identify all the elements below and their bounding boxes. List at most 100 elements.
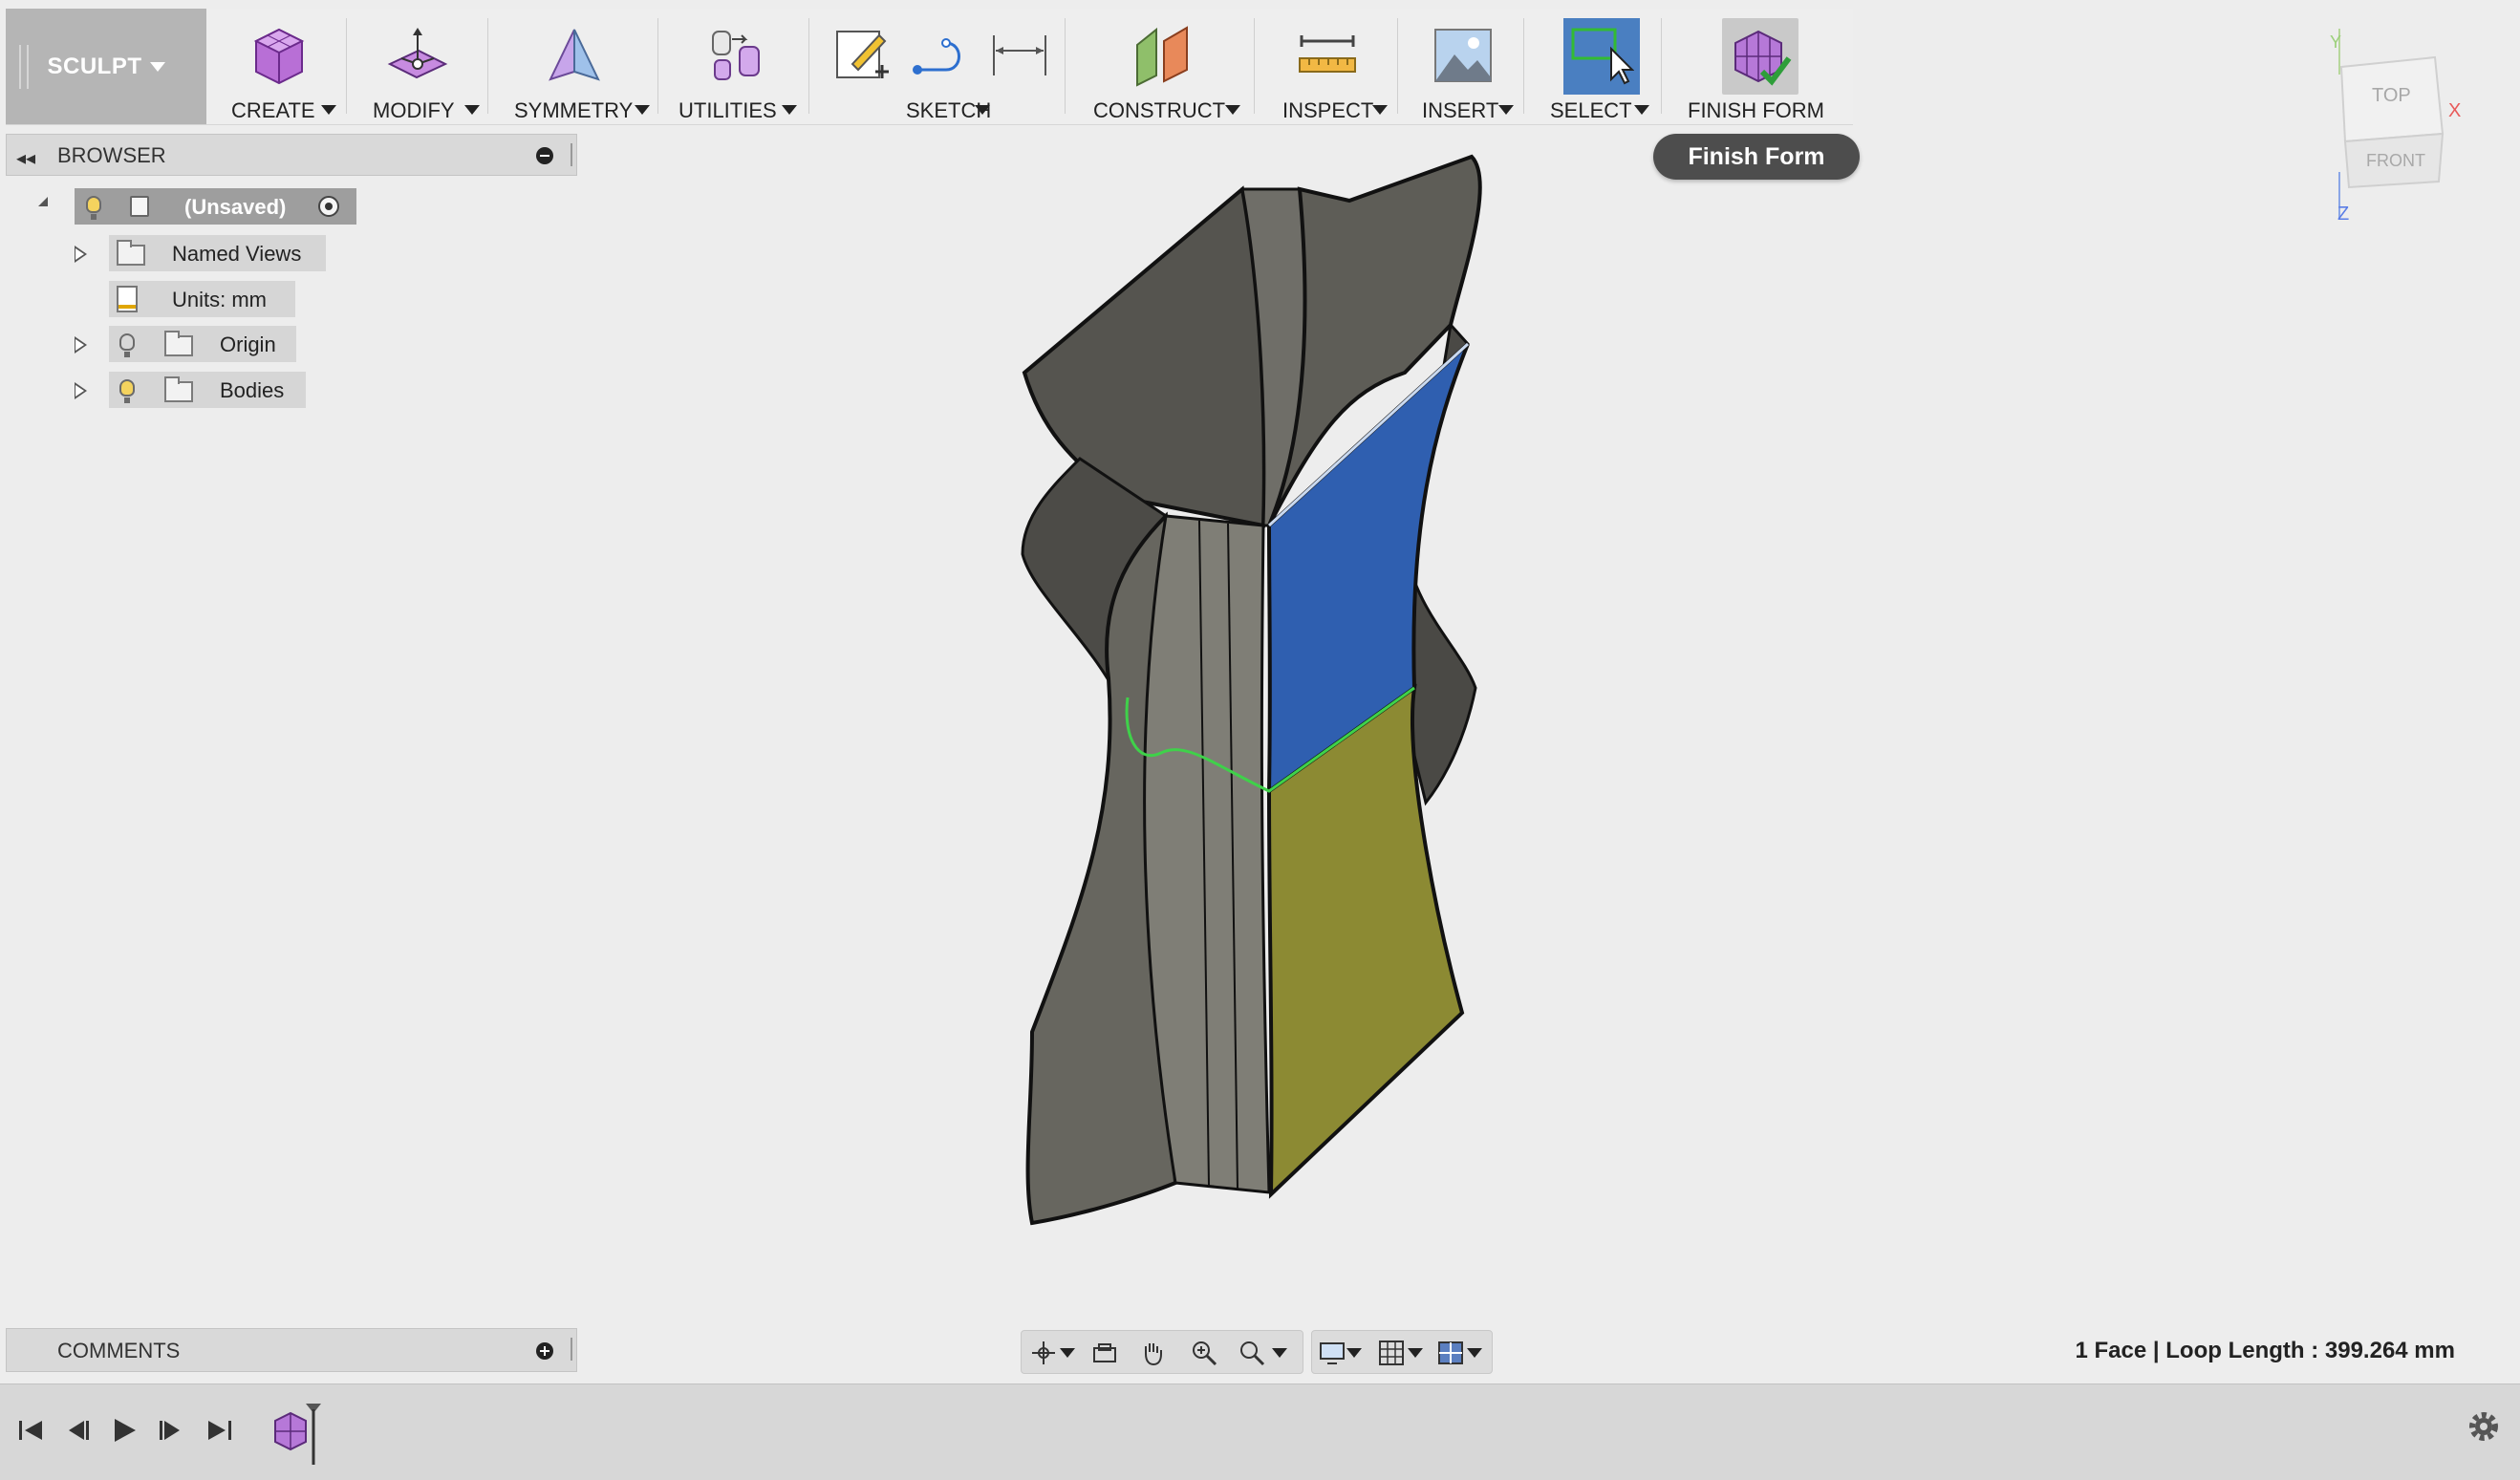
construct-menu[interactable]: CONSTRUCT xyxy=(1070,9,1254,124)
symmetry-icon xyxy=(549,29,600,81)
chevron-down-icon xyxy=(975,105,990,115)
chevron-down-icon[interactable] xyxy=(1467,1348,1482,1358)
construct-label: CONSTRUCT xyxy=(1093,98,1226,122)
construct-icon xyxy=(1136,26,1188,87)
zoom-icon[interactable] xyxy=(1190,1339,1218,1367)
panel-resize-grip[interactable] xyxy=(571,1338,572,1361)
browser-item-named-views[interactable]: Named Views xyxy=(109,235,326,271)
orbit-icon[interactable] xyxy=(1029,1339,1058,1367)
chevron-down-icon xyxy=(321,105,336,115)
comments-panel-header[interactable]: COMMENTS xyxy=(6,1328,577,1372)
finish-form-button[interactable]: FINISH FORM xyxy=(1667,9,1853,124)
activate-radio-icon[interactable] xyxy=(318,196,339,217)
viewcube-front-label: FRONT xyxy=(2366,151,2425,170)
toolbar-divider xyxy=(808,18,809,114)
sketch-dimension-icon xyxy=(993,35,1046,75)
collapse-panel-icon[interactable]: ◂◂ xyxy=(16,146,35,170)
pan-hand-icon[interactable] xyxy=(1138,1339,1167,1367)
sketch-curve-icon xyxy=(913,38,960,75)
viewcube[interactable]: Y X Z TOP FRONT xyxy=(2313,29,2466,220)
toolbar-divider xyxy=(487,18,488,114)
comments-title: COMMENTS xyxy=(57,1339,181,1362)
browser-item-label: Origin xyxy=(220,332,276,356)
chevron-down-icon xyxy=(1372,105,1388,115)
toolbar-divider xyxy=(1523,18,1524,114)
finish-form-tooltip: Finish Form xyxy=(1653,134,1860,180)
folder-icon xyxy=(117,240,145,266)
look-at-icon[interactable] xyxy=(1090,1339,1119,1367)
inspect-menu[interactable]: INSPECT xyxy=(1260,9,1397,124)
toolbar-divider xyxy=(346,18,347,114)
symmetry-label: SYMMETRY xyxy=(514,98,634,122)
modify-menu[interactable]: MODIFY xyxy=(352,9,485,124)
chevron-down-icon xyxy=(464,105,480,115)
tspline-vase-body[interactable] xyxy=(1013,143,1510,1242)
folder-icon xyxy=(164,331,193,356)
toolbar: SCULPT CREATE MODIFY SYMMETRY UTILITIES … xyxy=(6,9,1853,125)
visibility-bulb-icon[interactable] xyxy=(119,379,135,403)
viewports-icon[interactable] xyxy=(1436,1339,1465,1367)
axis-y-label: Y xyxy=(2330,32,2341,52)
browser-root-node[interactable]: (Unsaved) xyxy=(75,188,356,225)
chevron-down-icon[interactable] xyxy=(1346,1348,1362,1358)
finish-form-label: FINISH FORM xyxy=(1688,98,1824,122)
step-back-icon[interactable] xyxy=(59,1413,94,1448)
play-icon[interactable] xyxy=(107,1413,141,1448)
expand-triangle-icon[interactable] xyxy=(75,382,87,399)
fit-zoom-icon[interactable] xyxy=(1238,1339,1266,1367)
root-expander-icon[interactable] xyxy=(38,197,48,206)
create-box-icon xyxy=(253,28,305,85)
chevron-down-icon xyxy=(1498,105,1514,115)
expand-triangle-icon[interactable] xyxy=(75,336,87,354)
finish-form-icon xyxy=(1734,30,1792,86)
step-forward-icon[interactable] xyxy=(155,1413,189,1448)
add-comment-icon[interactable] xyxy=(536,1342,553,1360)
chevron-down-icon xyxy=(1634,105,1649,115)
toolbar-divider xyxy=(657,18,658,114)
insert-menu[interactable]: INSERT xyxy=(1403,9,1521,124)
modify-label: MODIFY xyxy=(373,98,455,122)
insert-label: INSERT xyxy=(1422,98,1499,122)
panel-resize-grip[interactable] xyxy=(571,143,572,166)
create-label: CREATE xyxy=(231,98,315,122)
utilities-icon xyxy=(712,31,760,80)
chevron-down-icon xyxy=(149,61,165,72)
chevron-down-icon[interactable] xyxy=(1408,1348,1423,1358)
grid-settings-icon[interactable] xyxy=(1377,1339,1406,1367)
chevron-down-icon[interactable] xyxy=(1060,1348,1075,1358)
go-to-end-icon[interactable] xyxy=(203,1413,237,1448)
insert-image-icon xyxy=(1434,29,1492,82)
display-settings-toolbar xyxy=(1311,1330,1493,1374)
browser-item-units[interactable]: Units: mm xyxy=(109,281,295,317)
symmetry-menu[interactable]: SYMMETRY xyxy=(493,9,656,124)
units-document-icon xyxy=(117,286,138,312)
utilities-menu[interactable]: UTILITIES xyxy=(663,9,807,124)
inspect-ruler-icon xyxy=(1299,35,1356,73)
chevron-down-icon xyxy=(1225,105,1240,115)
sketch-menu[interactable]: SKETCH xyxy=(814,9,1065,124)
visibility-bulb-icon[interactable] xyxy=(119,333,135,357)
browser-item-label: Units: mm xyxy=(172,288,267,311)
browser-item-label: Bodies xyxy=(220,378,285,402)
visibility-bulb-icon[interactable] xyxy=(86,196,101,220)
utilities-label: UTILITIES xyxy=(678,98,777,122)
navigation-toolbar xyxy=(1021,1330,1303,1374)
create-menu[interactable]: CREATE xyxy=(216,9,348,124)
timeline-bar xyxy=(0,1383,2520,1480)
go-to-start-icon[interactable] xyxy=(13,1413,48,1448)
toolbar-divider xyxy=(1397,18,1398,114)
browser-item-bodies[interactable]: Bodies xyxy=(109,372,306,408)
expand-triangle-icon[interactable] xyxy=(75,246,87,263)
timeline-form-feature-icon[interactable] xyxy=(271,1400,329,1467)
chevron-down-icon[interactable] xyxy=(1272,1348,1287,1358)
browser-item-origin[interactable]: Origin xyxy=(109,326,296,362)
toolbar-grip-icon[interactable] xyxy=(19,45,29,89)
browser-panel-header[interactable]: ◂◂ BROWSER xyxy=(6,134,577,176)
selection-status-text: 1 Face | Loop Length : 399.264 mm xyxy=(2075,1338,2456,1363)
select-menu[interactable]: SELECT xyxy=(1529,9,1659,124)
minimize-panel-icon[interactable] xyxy=(536,147,553,164)
workspace-switcher-button[interactable]: SCULPT xyxy=(6,9,206,124)
display-settings-icon[interactable] xyxy=(1318,1339,1346,1367)
gear-icon[interactable] xyxy=(2465,1407,2503,1446)
body-back-face[interactable] xyxy=(1022,185,1266,528)
